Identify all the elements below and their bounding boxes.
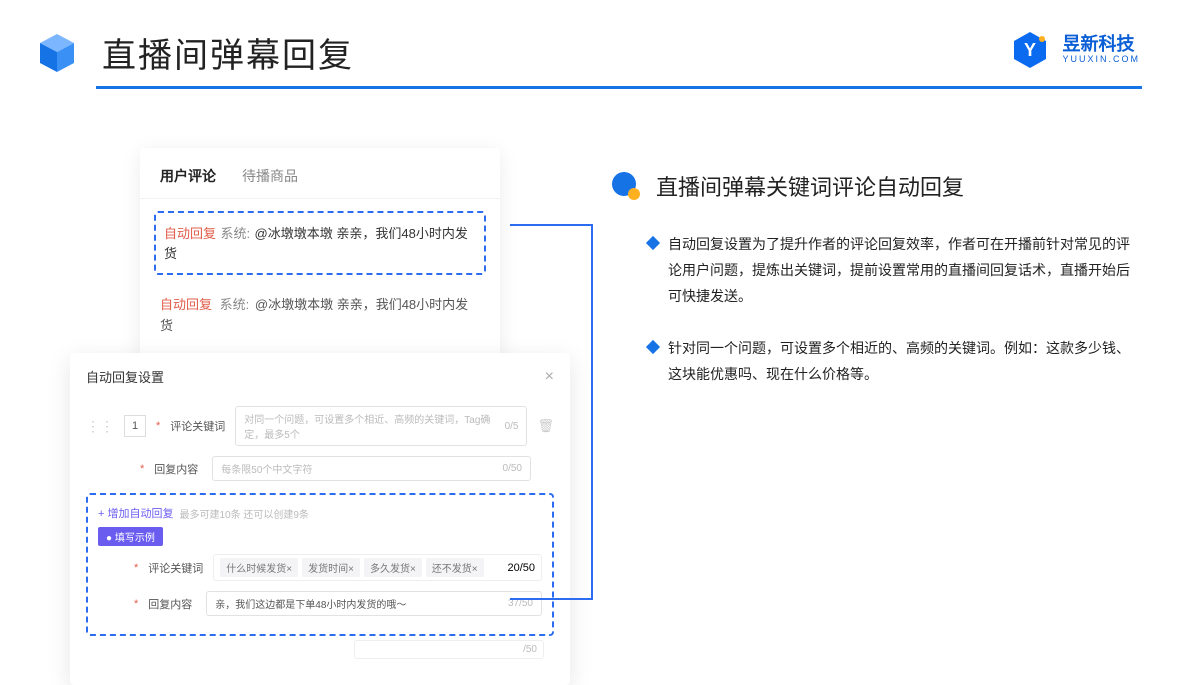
- keyword-count: 0/5: [505, 421, 519, 432]
- brand-name-en: YUUXIN.COM: [1062, 55, 1140, 65]
- content-count: 0/50: [503, 463, 522, 474]
- keyword-row: ⋮⋮ 1 * 评论关键词 对同一个问题，可设置多个相近、高频的关键词，Tag确定…: [86, 406, 554, 446]
- required-mark: *: [134, 562, 138, 574]
- system-label: 系统:: [220, 297, 250, 312]
- content-placeholder: 每条限50个中文字符: [221, 461, 312, 476]
- under-count: /50: [523, 644, 537, 655]
- ex-keyword-count: 20/50: [507, 562, 535, 574]
- bullet-item: 自动回复设置为了提升作者的评论回复效率，作者可在开播前针对常见的评论用户问题，提…: [648, 232, 1140, 310]
- keyword-tag[interactable]: 发货时间×: [302, 558, 360, 577]
- ex-content-text: 亲，我们这边都是下单48小时内发货的哦～: [215, 596, 406, 611]
- ex-content-count: 37/50: [508, 598, 533, 609]
- auto-reply-tag: 自动回复: [160, 297, 212, 312]
- explanation-column: 直播间弹幕关键词评论自动回复 自动回复设置为了提升作者的评论回复效率，作者可在开…: [610, 170, 1140, 413]
- keyword-tag[interactable]: 还不发货×: [426, 558, 484, 577]
- system-label: 系统:: [220, 226, 250, 241]
- under-count-box: /50: [354, 640, 544, 659]
- content-row: * 回复内容 每条限50个中文字符 0/50: [86, 456, 554, 481]
- tab-user-comments[interactable]: 用户评论: [160, 166, 216, 186]
- close-icon[interactable]: ×: [545, 368, 554, 386]
- brand-block: Y 昱新科技 YUUXIN.COM: [1010, 30, 1140, 70]
- brand-name-cn: 昱新科技: [1062, 35, 1140, 55]
- page-header: 直播间弹幕回复: [34, 28, 354, 77]
- section-head: 直播间弹幕关键词评论自动回复: [610, 170, 1140, 202]
- comment-row: 自动回复 系统: @冰墩墩本墩 亲亲，我们48小时内发货: [140, 287, 500, 343]
- example-keyword-row: * 评论关键词 什么时候发货× 发货时间× 多久发货× 还不发货× 20/50: [98, 554, 542, 581]
- required-mark: *: [156, 420, 160, 432]
- comments-tabs: 用户评论 待播商品: [140, 166, 500, 199]
- diamond-icon: [646, 340, 660, 354]
- example-content-row: * 回复内容 亲，我们这边都是下单48小时内发货的哦～ 37/50: [98, 591, 542, 616]
- auto-reply-tag: 自动回复: [164, 226, 216, 241]
- section-title: 直播间弹幕关键词评论自动回复: [656, 170, 964, 202]
- settings-modal: 自动回复设置 × ⋮⋮ 1 * 评论关键词 对同一个问题，可设置多个相近、高频的…: [70, 353, 570, 685]
- content-input[interactable]: 每条限50个中文字符 0/50: [212, 456, 531, 481]
- title-underline: [96, 86, 1142, 89]
- bullet-list: 自动回复设置为了提升作者的评论回复效率，作者可在开播前针对常见的评论用户问题，提…: [648, 232, 1140, 387]
- brand-logo-icon: Y: [1010, 30, 1050, 70]
- ex-keyword-label: 评论关键词: [148, 560, 203, 576]
- keyword-placeholder: 对同一个问题，可设置多个相近、高频的关键词，Tag确定，最多5个: [244, 411, 504, 441]
- keyword-tag[interactable]: 什么时候发货×: [220, 558, 298, 577]
- cube-icon: [34, 30, 80, 76]
- example-tag-input[interactable]: 什么时候发货× 发货时间× 多久发货× 还不发货× 20/50: [213, 554, 542, 581]
- example-badge: ● 填写示例: [98, 527, 163, 546]
- ex-content-label: 回复内容: [148, 596, 196, 612]
- bullet-text: 针对同一个问题，可设置多个相近的、高频的关键词。例如：这款多少钱、这块能优惠吗、…: [668, 336, 1138, 388]
- add-rule-hint: 最多可建10条 还可以创建9条: [179, 506, 308, 521]
- highlighted-comment: 自动回复 系统: @冰墩墩本墩 亲亲，我们48小时内发货: [154, 211, 486, 275]
- svg-text:Y: Y: [1024, 40, 1036, 60]
- rule-index: 1: [124, 415, 146, 437]
- modal-title: 自动回复设置: [86, 367, 164, 386]
- under-extra-row: /50: [86, 640, 554, 659]
- diamond-icon: [646, 236, 660, 250]
- chat-bubble-icon: [610, 170, 642, 202]
- bullet-text: 自动回复设置为了提升作者的评论回复效率，作者可在开播前针对常见的评论用户问题，提…: [668, 232, 1138, 310]
- example-content-input[interactable]: 亲，我们这边都是下单48小时内发货的哦～ 37/50: [206, 591, 542, 616]
- bullet-item: 针对同一个问题，可设置多个相近的、高频的关键词。例如：这款多少钱、这块能优惠吗、…: [648, 336, 1140, 388]
- example-block: + 增加自动回复 最多可建10条 还可以创建9条 ● 填写示例 * 评论关键词 …: [86, 493, 554, 636]
- keyword-label: 评论关键词: [170, 418, 225, 434]
- keyword-tag[interactable]: 多久发货×: [364, 558, 422, 577]
- content-label: 回复内容: [154, 461, 202, 477]
- tab-pending-goods[interactable]: 待播商品: [242, 166, 298, 186]
- delete-icon[interactable]: 🗑: [537, 418, 554, 434]
- page-title: 直播间弹幕回复: [102, 28, 354, 77]
- keyword-input[interactable]: 对同一个问题，可设置多个相近、高频的关键词，Tag确定，最多5个 0/5: [235, 406, 527, 446]
- add-rule-link[interactable]: + 增加自动回复: [98, 505, 173, 521]
- required-mark: *: [134, 598, 138, 610]
- required-mark: *: [140, 463, 144, 475]
- drag-handle-icon[interactable]: ⋮⋮: [86, 418, 114, 435]
